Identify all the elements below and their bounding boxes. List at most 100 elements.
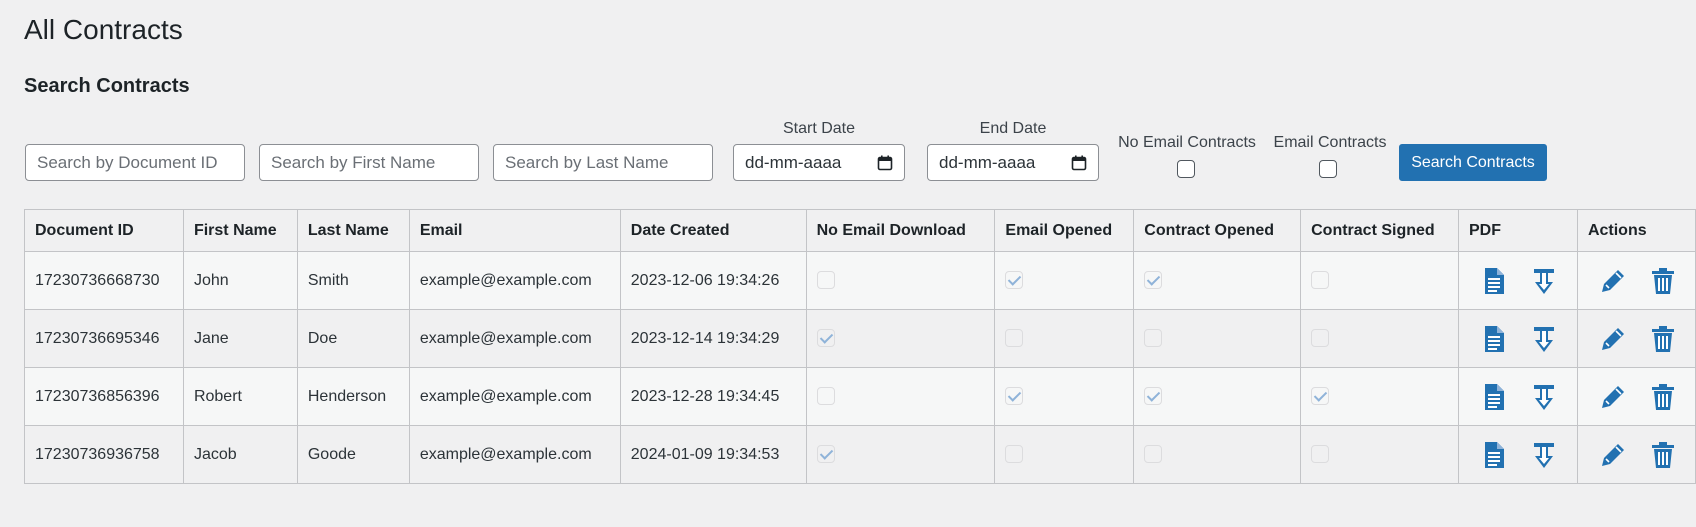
contract-opened-checkbox[interactable] [1144,387,1163,406]
last-name-cell: Doe [296,309,410,368]
pdf-actions [1469,440,1577,470]
contract-signed-checkbox[interactable] [1311,387,1330,406]
document-icon[interactable] [1479,266,1509,296]
row-actions [1588,382,1695,412]
email-opened-cell [994,425,1135,484]
last-name-search-input[interactable] [493,144,713,181]
download-arrow-icon[interactable] [1529,440,1559,470]
first-name-cell: Robert [182,367,298,426]
actions-cell [1576,425,1696,484]
doc-id-search-input[interactable] [25,144,245,181]
first-name-search-input[interactable] [259,144,479,181]
pdf-actions [1469,382,1577,412]
header-pdf: PDF [1457,209,1578,252]
contract-signed-checkbox[interactable] [1311,271,1330,290]
trash-icon[interactable] [1648,324,1678,354]
contract-opened-cell [1133,309,1302,368]
calendar-icon[interactable] [1071,155,1087,171]
search-contracts-button[interactable]: Search Contracts [1399,144,1547,181]
download-arrow-icon[interactable] [1529,266,1559,296]
contract-signed-checkbox[interactable] [1311,445,1330,464]
header-date-created: Date Created [619,209,807,252]
end-date-input[interactable]: dd-mm-aaaa [927,144,1099,181]
row-actions [1588,324,1695,354]
date-created-cell: 2023-12-28 19:34:45 [619,367,807,426]
date-created-cell: 2024-01-09 19:34:53 [619,425,807,484]
contracts-table: Document ID First Name Last Name Email D… [24,209,1696,484]
header-contract-opened: Contract Opened [1133,209,1302,252]
header-last-name: Last Name [296,209,410,252]
contract-signed-cell [1300,425,1459,484]
table-header-row: Document ID First Name Last Name Email D… [24,209,1696,252]
no-email-download-cell [805,251,996,310]
header-no-email-download: No Email Download [805,209,996,252]
start-date-label: Start Date [782,120,856,137]
contract-opened-checkbox[interactable] [1144,445,1163,464]
no-email-contracts-checkbox[interactable] [1177,160,1195,178]
document-id-cell: 17230736856396 [24,367,184,426]
header-actions: Actions [1576,209,1696,252]
table-row: 17230736695346 Jane Doe example@example.com… [24,309,1696,368]
no-email-download-cell [805,367,996,426]
document-id-cell: 17230736936758 [24,425,184,484]
table-row: 17230736668730 John Smith example@example.c… [24,251,1696,310]
contract-opened-checkbox[interactable] [1144,329,1163,348]
email-opened-cell [994,309,1135,368]
email-opened-checkbox[interactable] [1005,271,1024,290]
pdf-cell [1457,309,1578,368]
end-date-label: End Date [979,120,1047,137]
email-contracts-checkbox[interactable] [1319,160,1337,178]
header-first-name: First Name [182,209,298,252]
pdf-actions [1469,266,1577,296]
contract-signed-cell [1300,251,1459,310]
date-created-cell: 2023-12-06 19:34:26 [619,251,807,310]
email-opened-checkbox[interactable] [1005,387,1024,406]
actions-cell [1576,367,1696,426]
email-opened-checkbox[interactable] [1005,445,1024,464]
start-date-input[interactable]: dd-mm-aaaa [733,144,905,181]
email-cell: example@example.com [408,425,621,484]
document-icon[interactable] [1479,440,1509,470]
download-arrow-icon[interactable] [1529,324,1559,354]
last-name-cell: Henderson [296,367,410,426]
pencil-icon[interactable] [1598,266,1628,296]
document-icon[interactable] [1479,382,1509,412]
row-actions [1588,440,1695,470]
first-name-cell: Jane [182,309,298,368]
contract-opened-cell [1133,251,1302,310]
email-cell: example@example.com [408,367,621,426]
calendar-icon[interactable] [877,155,893,171]
pdf-cell [1457,251,1578,310]
pdf-cell [1457,367,1578,426]
trash-icon[interactable] [1648,440,1678,470]
table-row: 17230736936758 Jacob Goode example@example.… [24,425,1696,484]
contract-opened-checkbox[interactable] [1144,271,1163,290]
header-email-opened: Email Opened [994,209,1135,252]
actions-cell [1576,251,1696,310]
contract-opened-cell [1133,425,1302,484]
trash-icon[interactable] [1648,266,1678,296]
last-name-cell: Smith [296,251,410,310]
document-id-cell: 17230736668730 [24,251,184,310]
document-icon[interactable] [1479,324,1509,354]
email-opened-checkbox[interactable] [1005,329,1024,348]
no-email-download-cell [805,425,996,484]
download-arrow-icon[interactable] [1529,382,1559,412]
pencil-icon[interactable] [1598,324,1628,354]
pdf-actions [1469,324,1577,354]
actions-cell [1576,309,1696,368]
pencil-icon[interactable] [1598,440,1628,470]
first-name-cell: Jacob [182,425,298,484]
contract-signed-checkbox[interactable] [1311,329,1330,348]
no-email-download-checkbox[interactable] [816,445,835,464]
trash-icon[interactable] [1648,382,1678,412]
table-row: 17230736856396 Robert Henderson example@exa… [24,367,1696,426]
no-email-download-checkbox[interactable] [816,271,835,290]
document-id-cell: 17230736695346 [24,309,184,368]
pencil-icon[interactable] [1598,382,1628,412]
contract-opened-cell [1133,367,1302,426]
end-date-value: dd-mm-aaaa [939,153,1036,172]
no-email-contracts-label: No Email Contracts [1118,134,1256,151]
no-email-download-checkbox[interactable] [816,387,835,406]
no-email-download-checkbox[interactable] [816,329,835,348]
